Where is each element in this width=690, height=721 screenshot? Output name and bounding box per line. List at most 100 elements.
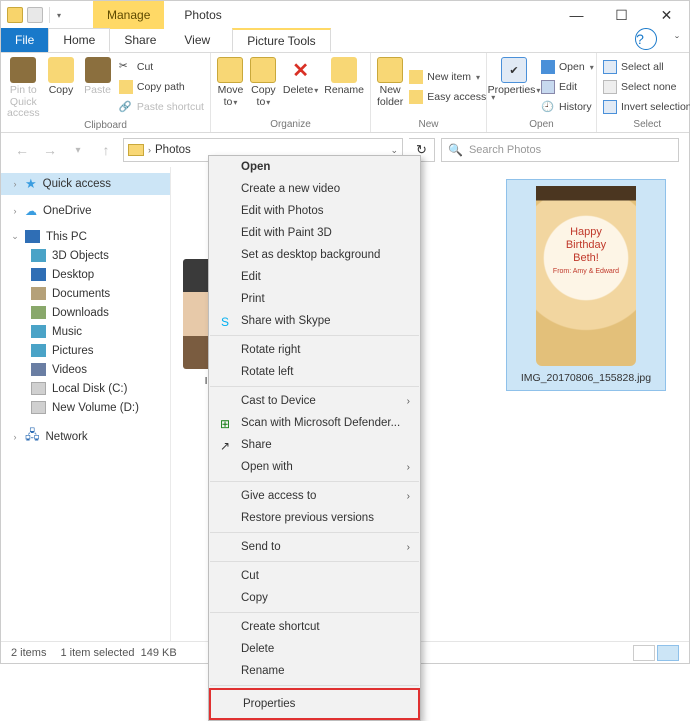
qat-separator [49,7,50,23]
ribbon-group-select: Select all Select none Invert selection … [597,53,690,132]
ribbon-group-organize: Move to▾ Copy to▾ ✕Delete▾ Rename Organi… [211,53,371,132]
ctx-give-access[interactable]: Give access to› [209,485,420,507]
select-none-button[interactable]: Select none [603,78,690,96]
ctx-share-skype[interactable]: SShare with Skype [209,310,420,332]
sidebar-item-new-volume[interactable]: New Volume (D:) [1,398,170,417]
view-details-button[interactable] [633,645,655,661]
tab-share[interactable]: Share [110,28,170,52]
new-folder-button[interactable]: New folder [377,55,403,119]
window-title: Photos [184,8,221,22]
address-dropdown-icon[interactable]: ⌄ [390,145,398,156]
pin-to-quick-access-button[interactable]: Pin to Quick access [7,55,40,120]
maximize-button[interactable]: ☐ [599,1,644,29]
file-item-2-selected[interactable]: Happy Birthday Beth! From: Amy & Edward … [506,179,666,391]
ctx-set-bg[interactable]: Set as desktop background [209,244,420,266]
nav-back-button[interactable]: ← [11,139,33,161]
copy-button[interactable]: Copy [46,55,77,120]
ctx-open[interactable]: Open [209,156,420,178]
sidebar-item-onedrive[interactable]: ›☁OneDrive [1,201,170,221]
qat-dropdown-icon[interactable]: ▾ [57,11,61,20]
3d-objects-icon [31,249,46,262]
tab-view[interactable]: View [170,28,224,52]
view-large-icons-button[interactable] [657,645,679,661]
close-button[interactable]: ✕ [644,1,689,29]
ctx-separator [210,386,419,387]
ctx-rename[interactable]: Rename [209,660,420,682]
minimize-button[interactable]: — [554,1,599,29]
sidebar-item-desktop[interactable]: Desktop [1,265,170,284]
sidebar-item-videos[interactable]: Videos [1,360,170,379]
breadcrumb[interactable]: Photos [155,144,191,156]
ctx-rotate-right[interactable]: Rotate right [209,339,420,361]
sidebar-item-music[interactable]: Music [1,322,170,341]
sidebar-item-this-pc[interactable]: ⌄This PC [1,227,170,246]
paste-shortcut-button[interactable]: 🔗Paste shortcut [119,98,204,116]
new-folder-icon [377,57,403,83]
pin-icon [10,57,36,83]
file-caption: IMG_20170806_155828.jpg [521,372,651,384]
documents-icon [31,287,46,300]
copy-path-button[interactable]: Copy path [119,78,204,96]
search-input[interactable]: 🔍 Search Photos [441,138,679,162]
ctx-rotate-left[interactable]: Rotate left [209,361,420,383]
ctx-send-to[interactable]: Send to› [209,536,420,558]
paste-button[interactable]: Paste [82,55,113,120]
cut-button[interactable]: ✂Cut [119,58,204,76]
ctx-copy[interactable]: Copy [209,587,420,609]
rename-button[interactable]: Rename [324,55,364,119]
group-label-new: New [377,119,480,132]
edit-button-ribbon[interactable]: Edit [541,78,594,96]
help-button[interactable]: ? [635,28,657,50]
rename-icon [331,57,357,83]
new-item-button[interactable]: New item▾ [409,68,495,86]
app-icon [27,7,43,23]
copy-to-button[interactable]: Copy to▾ [250,55,277,119]
sidebar-item-documents[interactable]: Documents [1,284,170,303]
ctx-edit-paint3d[interactable]: Edit with Paint 3D [209,222,420,244]
tab-picture-tools[interactable]: Picture Tools [232,28,330,52]
desktop-icon [31,268,46,281]
ctx-restore-prev[interactable]: Restore previous versions [209,507,420,529]
open-button[interactable]: Open▾ [541,58,594,76]
ctx-cast[interactable]: Cast to Device› [209,390,420,412]
group-label-select: Select [603,119,690,132]
chevron-right-icon[interactable]: › [148,145,151,155]
ctx-edit-photos[interactable]: Edit with Photos [209,200,420,222]
ctx-open-with[interactable]: Open with› [209,456,420,478]
ctx-cut[interactable]: Cut [209,565,420,587]
delete-button[interactable]: ✕Delete▾ [283,55,318,119]
pc-icon [25,230,40,243]
sidebar-item-pictures[interactable]: Pictures [1,341,170,360]
ctx-create-video[interactable]: Create a new video [209,178,420,200]
sidebar-item-network[interactable]: ›🖧Network [1,423,170,451]
nav-recent-dropdown[interactable]: ▾ [67,139,89,161]
properties-button[interactable]: ✔Properties▾ [493,55,535,119]
move-to-button[interactable]: Move to▾ [217,55,244,119]
ctx-properties[interactable]: Properties [211,690,418,718]
tab-file[interactable]: File [1,28,48,52]
skype-icon: S [217,314,233,330]
ctx-scan-defender[interactable]: ⊞Scan with Microsoft Defender... [209,412,420,434]
ctx-print[interactable]: Print [209,288,420,310]
ctx-separator [210,561,419,562]
shield-icon: ⊞ [217,416,233,432]
nav-up-button[interactable]: ↑ [95,139,117,161]
invert-selection-button[interactable]: Invert selection [603,98,690,116]
sidebar-item-local-disk[interactable]: Local Disk (C:) [1,379,170,398]
tab-home[interactable]: Home [48,28,110,52]
nav-forward-button[interactable]: → [39,139,61,161]
collapse-ribbon-icon[interactable]: ˇ [675,34,689,52]
history-button[interactable]: 🕘History [541,98,594,116]
videos-icon [31,363,46,376]
sidebar-item-downloads[interactable]: Downloads [1,303,170,322]
easy-access-button[interactable]: Easy access▾ [409,88,495,106]
ctx-delete[interactable]: Delete [209,638,420,660]
select-all-button[interactable]: Select all [603,58,690,76]
network-icon: 🖧 [25,426,40,448]
ctx-share[interactable]: ↗Share [209,434,420,456]
edit-icon [541,80,555,94]
sidebar-item-quick-access[interactable]: ›★Quick access [1,173,170,195]
sidebar-item-3d-objects[interactable]: 3D Objects [1,246,170,265]
ctx-create-shortcut[interactable]: Create shortcut [209,616,420,638]
ctx-edit[interactable]: Edit [209,266,420,288]
